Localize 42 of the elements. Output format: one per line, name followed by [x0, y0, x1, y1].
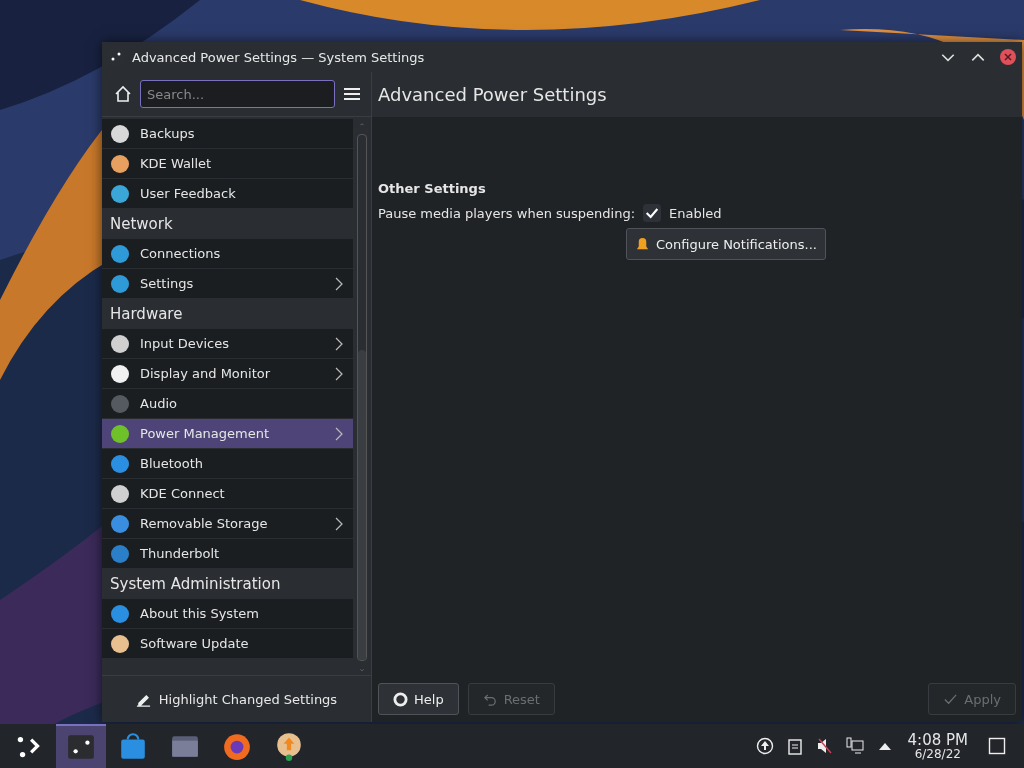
sidebar-item[interactable]: Connections — [102, 239, 353, 269]
settings-icon — [66, 732, 96, 762]
chevron-right-icon — [335, 366, 343, 381]
sidebar-item[interactable]: Backups — [102, 119, 353, 149]
network-icon[interactable] — [845, 737, 864, 755]
clipboard-icon[interactable] — [785, 737, 804, 755]
search-field[interactable]: Search... — [140, 80, 335, 108]
chevron-right-icon — [335, 336, 343, 351]
highlight-changed-settings-button[interactable]: Highlight Changed Settings — [129, 690, 344, 708]
help-button[interactable]: Help — [378, 683, 459, 715]
setting-label: Pause media players when suspending: — [378, 205, 635, 221]
home-icon[interactable] — [114, 85, 132, 103]
sidebar-item[interactable]: Input Devices — [102, 329, 353, 359]
configure-notifications-button[interactable]: Configure Notifications... — [626, 228, 826, 260]
clock[interactable]: 4:08 PM 6/28/22 — [907, 732, 968, 760]
clock-date: 6/28/22 — [914, 747, 961, 760]
browser-icon — [222, 731, 252, 761]
muted-speaker-icon[interactable] — [815, 737, 834, 755]
sidebar-item[interactable]: Display and Monitor — [102, 359, 353, 389]
menu-icon[interactable] — [343, 85, 361, 103]
sidebar-item[interactable]: Software Update — [102, 629, 353, 659]
bell-icon — [635, 236, 650, 252]
enabled-checkbox[interactable]: Enabled — [643, 204, 722, 222]
sidebar-item[interactable]: Removable Storage — [102, 509, 353, 539]
scrollbar-thumb[interactable] — [358, 349, 366, 660]
check-icon — [644, 205, 660, 221]
close-icon[interactable] — [1000, 49, 1016, 65]
lifebuoy-icon — [393, 691, 408, 707]
clock-time: 4:08 PM — [907, 732, 968, 748]
store-icon — [118, 731, 148, 761]
page-title: Advanced Power Settings — [378, 83, 607, 105]
sidebar-item[interactable]: Bluetooth — [102, 449, 353, 479]
sidebar-item[interactable]: About this System — [102, 599, 353, 629]
sidebar-item[interactable]: Power Management — [102, 419, 353, 449]
chevron-right-icon — [335, 276, 343, 291]
chevron-right-icon — [335, 516, 343, 531]
section-title: Other Settings — [378, 181, 487, 196]
sidebar-item[interactable]: KDE Connect — [102, 479, 353, 509]
sidebar-item[interactable]: KDE Wallet — [102, 149, 353, 179]
show-desktop-icon[interactable] — [988, 737, 1006, 755]
window-title: Advanced Power Settings — System Settings — [132, 49, 426, 65]
chevron-right-icon — [335, 426, 343, 441]
